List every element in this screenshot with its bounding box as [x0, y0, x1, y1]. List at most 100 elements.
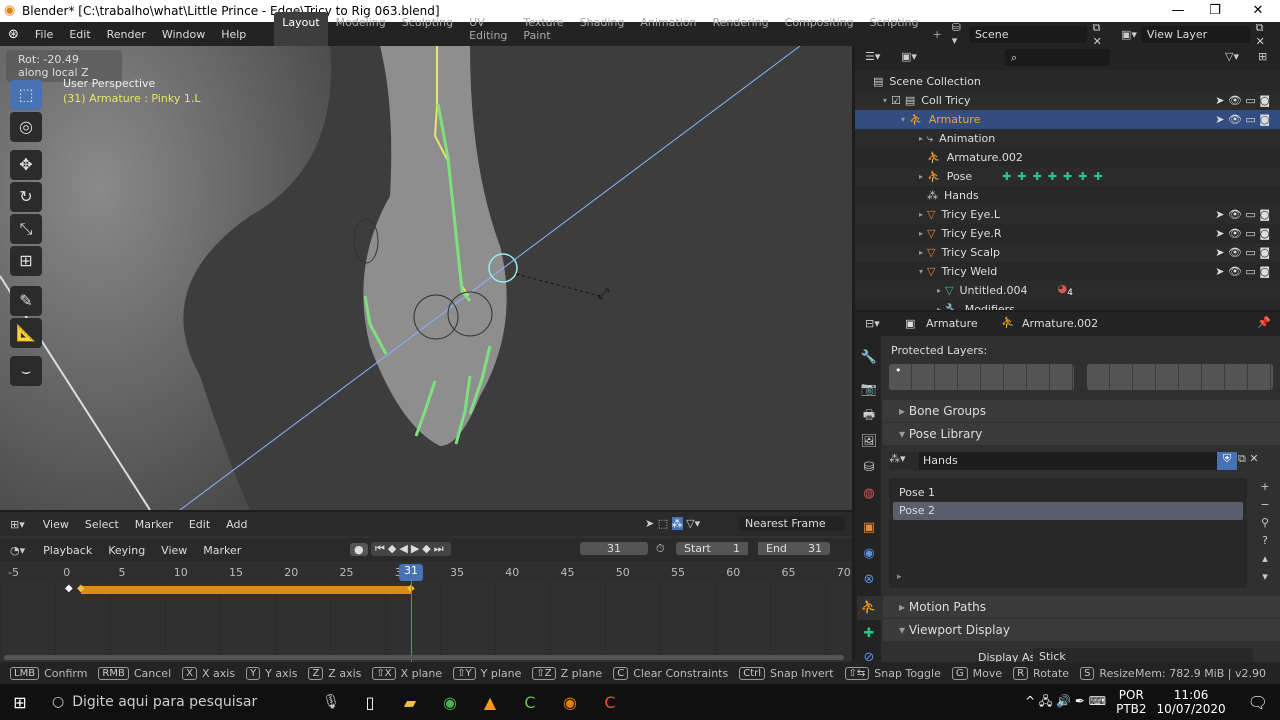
current-frame-field[interactable]: 31	[580, 542, 648, 555]
menu-window[interactable]: Window	[154, 28, 213, 41]
preview-range-icon[interactable]: ⏱	[656, 542, 665, 556]
camtasia-icon[interactable]: C	[510, 684, 550, 720]
transform-tool-icon[interactable]: ⊞	[10, 246, 42, 276]
add-workspace-button[interactable]: +	[927, 28, 948, 41]
filter-view-icon[interactable]: ▣▾	[901, 50, 917, 63]
duplicate-unlink-icons[interactable]: ⧉ ✕	[1238, 452, 1276, 470]
move-tool-icon[interactable]: ✥	[10, 150, 42, 180]
protected-layers-grid-left[interactable]: •	[889, 364, 1074, 390]
3d-viewport[interactable]: ⤢ Rot: -20.49 along local Z User Perspec…	[0, 46, 852, 510]
object-tab-icon[interactable]: ▣	[857, 516, 881, 540]
end-frame-field[interactable]: End 31	[758, 542, 830, 555]
outliner-row[interactable]: ▤ Scene Collection	[855, 72, 1280, 91]
blender-taskbar-icon[interactable]: ◉	[550, 684, 590, 720]
file-explorer-icon[interactable]: ▰	[390, 684, 430, 720]
expand-arrow-icon[interactable]: ▸	[855, 286, 945, 295]
tab-sculpting[interactable]: Sculpting	[394, 12, 461, 46]
move-up-icon[interactable]: ▴	[1256, 550, 1274, 568]
timeline-menu-view[interactable]: View	[35, 518, 77, 531]
filter-icon[interactable]: ▽▾	[1225, 50, 1239, 63]
timeline-menu-view[interactable]: View	[153, 544, 195, 557]
protected-layers-grid-right[interactable]	[1087, 364, 1273, 390]
timeline-scrollbar[interactable]	[4, 655, 844, 660]
language-indicator[interactable]: POR PTB2	[1116, 688, 1146, 716]
data-context-label[interactable]: Armature.002	[1022, 317, 1098, 330]
playhead-line[interactable]	[411, 574, 412, 662]
pose-library-panel[interactable]: ▾ Pose Library	[883, 423, 1280, 445]
editor-type-icon[interactable]: ⊟▾	[865, 317, 880, 330]
blender-menu-icon[interactable]: ⊛	[0, 27, 27, 42]
pin-icon[interactable]: 📌	[1257, 316, 1271, 329]
move-down-icon[interactable]: ▾	[1256, 568, 1274, 586]
taskbar-search[interactable]: ○ Digite aqui para pesquisar 🎙	[40, 684, 350, 720]
fake-user-shield-icon[interactable]: ⛨	[1217, 452, 1237, 470]
render-tab-icon[interactable]: 📷	[857, 378, 881, 402]
new-scene-icon[interactable]: ⧉ ✕	[1087, 21, 1117, 48]
outliner-row[interactable]: ▸ ▽ Tricy Eye.R ➤ 👁 ▭ ◙	[855, 224, 1280, 243]
display-mode-icon[interactable]: ☰▾	[865, 50, 880, 63]
timeline-menu-edit[interactable]: Edit	[181, 518, 218, 531]
annotate-tool-icon[interactable]: ✎	[10, 286, 42, 316]
constraints-tab-icon[interactable]: ⊗	[857, 568, 881, 592]
microphone-icon[interactable]: 🎙	[322, 694, 340, 710]
clock[interactable]: 11:06 10/07/2020	[1157, 688, 1226, 716]
view-layer-tab-icon[interactable]: 🖼	[857, 430, 881, 454]
sanitize-icon[interactable]: ?	[1256, 532, 1274, 550]
visibility-toggles[interactable]: ➤ 👁 ▭ ◙	[1215, 94, 1270, 107]
scale-tool-icon[interactable]: ⤡	[10, 214, 42, 244]
notifications-icon[interactable]: 🗨	[1236, 693, 1280, 712]
bone-groups-panel[interactable]: ▸ Bone Groups	[883, 400, 1280, 422]
tab-layout[interactable]: Layout	[274, 12, 328, 46]
camtasia-recorder-icon[interactable]: C	[590, 684, 630, 720]
playback-controls[interactable]: ⏮◆◀▶◆⏭	[371, 542, 451, 556]
cursor-tool-icon[interactable]: ◎	[10, 112, 42, 142]
expand-arrow-icon[interactable]: ▸	[855, 229, 927, 238]
start-frame-field[interactable]: Start 1	[676, 542, 748, 555]
view-layer-field[interactable]: View Layer	[1140, 25, 1250, 43]
expand-arrow-icon[interactable]: ▾	[855, 267, 927, 276]
expand-arrow-icon[interactable]: ▸	[855, 248, 927, 257]
tab-scripting[interactable]: Scripting	[862, 12, 927, 46]
expand-arrow-icon[interactable]: ▸	[855, 305, 945, 310]
bone-tab-icon[interactable]: ✚	[857, 622, 881, 646]
pose-list-item[interactable]: Pose 2	[893, 502, 1243, 520]
menu-edit[interactable]: Edit	[61, 28, 98, 41]
outliner-row[interactable]: ▸ ⛹ Pose ✚✚✚✚✚✚✚	[855, 167, 1280, 186]
close-button[interactable]: ✕	[1238, 0, 1278, 22]
new-view-layer-icon[interactable]: ⧉ ✕	[1250, 21, 1280, 48]
keyframe-area[interactable]	[0, 582, 852, 662]
tab-animation[interactable]: Animation	[632, 12, 704, 46]
tab-rendering[interactable]: Rendering	[704, 12, 776, 46]
timeline-menu-select[interactable]: Select	[77, 518, 127, 531]
visibility-toggles[interactable]: ➤ 👁 ▭ ◙	[1215, 265, 1270, 278]
tab-compositing[interactable]: Compositing	[777, 12, 862, 46]
new-collection-icon[interactable]: ⊞	[1258, 50, 1267, 63]
outliner-row[interactable]: ▸ ▽ Untitled.004 ◕4	[855, 281, 1280, 300]
view-layer-icon[interactable]: ▣▾	[1117, 28, 1141, 41]
expand-arrow-icon[interactable]: ▾	[855, 96, 891, 105]
outliner-search-input[interactable]: ⌕	[1005, 49, 1110, 66]
scene-tab-icon[interactable]: ⛁	[857, 456, 881, 480]
tab-uv-editing[interactable]: UV Editing	[461, 12, 515, 46]
playhead-frame[interactable]: 31	[399, 564, 423, 581]
expand-arrow-icon[interactable]: ▾	[855, 115, 909, 124]
snap-mode-dropdown[interactable]: Nearest Frame	[739, 516, 845, 531]
visibility-toggles[interactable]: ➤ 👁 ▭ ◙	[1215, 227, 1270, 240]
list-options-icon[interactable]: ▸	[897, 572, 902, 582]
snap-icons[interactable]: ➤ ⬚ ⁂ ▽▾	[645, 517, 700, 530]
outliner-row[interactable]: ▸ ⤷ Animation	[855, 129, 1280, 148]
remove-pose-icon[interactable]: −	[1256, 496, 1274, 514]
outliner-row[interactable]: ▾ ⛹ Armature ➤ 👁 ▭ ◙	[855, 110, 1280, 129]
scene-field[interactable]: Scene	[968, 25, 1087, 43]
select-box-tool-icon[interactable]: ⬚	[10, 80, 42, 110]
scene-selector-icon[interactable]: ⛁▾	[948, 21, 969, 47]
tab-shading[interactable]: Shading	[572, 12, 633, 46]
minimize-button[interactable]: —	[1158, 0, 1198, 22]
pose-tool-icon[interactable]: ⌣	[10, 356, 42, 386]
motion-paths-panel[interactable]: ▸ Motion Paths	[883, 596, 1280, 618]
visibility-toggles[interactable]: ➤ 👁 ▭ ◙	[1215, 113, 1270, 126]
tab-texture-paint[interactable]: Texture Paint	[515, 12, 571, 46]
expand-arrow-icon[interactable]: ▸	[855, 172, 927, 181]
bone-constraints-tab-icon[interactable]: ⊘	[857, 646, 881, 662]
pose-list-item[interactable]: Pose 1	[893, 484, 1243, 502]
